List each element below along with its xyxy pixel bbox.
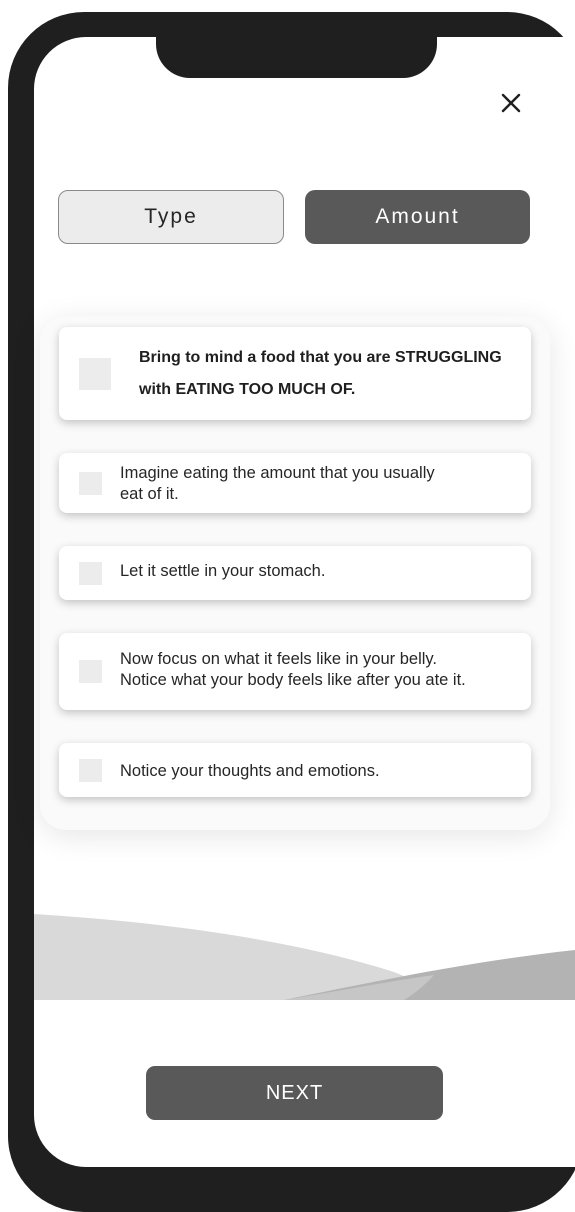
- step-checkbox[interactable]: [79, 660, 102, 683]
- step-card-1[interactable]: Bring to mind a food that you are STRUGG…: [59, 327, 531, 420]
- next-button[interactable]: NEXT: [146, 1066, 443, 1120]
- close-icon: [501, 93, 521, 113]
- decorative-hills: [34, 914, 575, 1000]
- step-text: Imagine eating the amount that you usual…: [120, 464, 435, 503]
- step-checkbox[interactable]: [79, 562, 102, 585]
- tab-amount[interactable]: Amount: [305, 190, 530, 244]
- phone-notch: [156, 30, 437, 78]
- step-text: Let it settle in your stomach.: [120, 562, 326, 580]
- step-checkbox[interactable]: [79, 759, 102, 782]
- step-checkbox[interactable]: [79, 472, 102, 495]
- step-checkbox[interactable]: [79, 358, 111, 390]
- step-card-4[interactable]: Now focus on what it feels like in your …: [59, 633, 531, 710]
- step-text: Notice your thoughts and emotions.: [120, 762, 380, 780]
- step-text: Now focus on what it feels like in your …: [120, 650, 466, 689]
- close-button[interactable]: [494, 86, 528, 120]
- tab-type[interactable]: Type: [58, 190, 284, 244]
- step-text: Bring to mind a food that you are STRUGG…: [139, 349, 502, 398]
- step-card-2[interactable]: Imagine eating the amount that you usual…: [59, 453, 531, 513]
- step-card-5[interactable]: Notice your thoughts and emotions.: [59, 743, 531, 797]
- step-card-3[interactable]: Let it settle in your stomach.: [59, 546, 531, 600]
